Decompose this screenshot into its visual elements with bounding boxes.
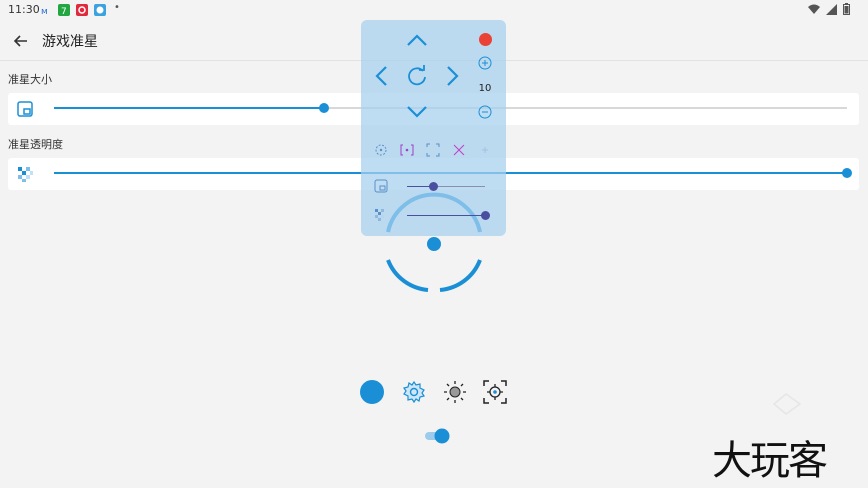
svg-text:ᴍ: ᴍ: [41, 7, 48, 16]
size-slider-fill: [54, 107, 324, 109]
down-icon[interactable]: [405, 100, 429, 124]
x-arrows-icon[interactable]: [452, 143, 466, 157]
control-panel: 10: [361, 20, 506, 236]
mini-opacity-slider[interactable]: [407, 211, 490, 220]
svg-text:7: 7: [61, 7, 67, 16]
gear-icon[interactable]: [402, 380, 426, 404]
mini-size-slider-thumb[interactable]: [428, 182, 438, 191]
page-title: 游戏准星: [42, 34, 98, 50]
watermark-text: 大玩客: [712, 438, 828, 484]
brightness-icon[interactable]: [443, 380, 467, 404]
system-icons: [808, 3, 850, 15]
status-bar: 11:30 ᴍ 7 •: [0, 0, 868, 20]
record-icon[interactable]: [479, 33, 492, 46]
app-icon-4: [94, 4, 106, 16]
up-icon[interactable]: [405, 28, 429, 52]
zoom-in-icon[interactable]: [475, 53, 495, 73]
size-icon: [17, 101, 33, 117]
left-icon[interactable]: [369, 64, 393, 88]
more-notifications-dot: •: [114, 2, 120, 13]
step-value: 10: [478, 83, 492, 94]
opacity-slider-thumb[interactable]: [842, 168, 852, 178]
mini-size-icon: [374, 179, 388, 193]
opacity-label: 准星透明度: [8, 138, 63, 151]
arrow-left-icon[interactable]: [10, 30, 32, 52]
watermark-shape: [772, 393, 802, 415]
wifi-icon: [808, 4, 820, 14]
crosshair-icon[interactable]: [483, 380, 507, 404]
bottom-toolbar: [360, 380, 510, 404]
corners-icon[interactable]: [426, 143, 440, 157]
size-label: 准星大小: [8, 73, 52, 86]
color-dot-icon[interactable]: [360, 380, 384, 404]
right-icon[interactable]: [441, 64, 465, 88]
status-time: 11:30: [8, 3, 40, 16]
app-icon-2: 7: [58, 4, 70, 16]
plus-icon[interactable]: [478, 143, 492, 157]
app-icon-1: ᴍ: [41, 7, 48, 16]
toggle-switch[interactable]: [425, 428, 451, 444]
battery-icon: [843, 3, 850, 15]
mini-opacity-slider-fill: [407, 215, 485, 216]
zoom-out-icon[interactable]: [475, 102, 495, 122]
mini-checkerboard-icon: [375, 209, 384, 221]
bracket-dot-icon[interactable]: [400, 143, 414, 157]
size-slider-thumb[interactable]: [318, 103, 329, 113]
signal-icon: [826, 3, 837, 15]
reset-icon[interactable]: [405, 64, 429, 88]
mini-size-slider[interactable]: [407, 182, 485, 191]
target-circle-icon[interactable]: [374, 143, 388, 157]
mini-opacity-slider-thumb[interactable]: [481, 211, 490, 220]
app-icon-3: [76, 4, 88, 16]
checkerboard-icon: [18, 167, 33, 182]
